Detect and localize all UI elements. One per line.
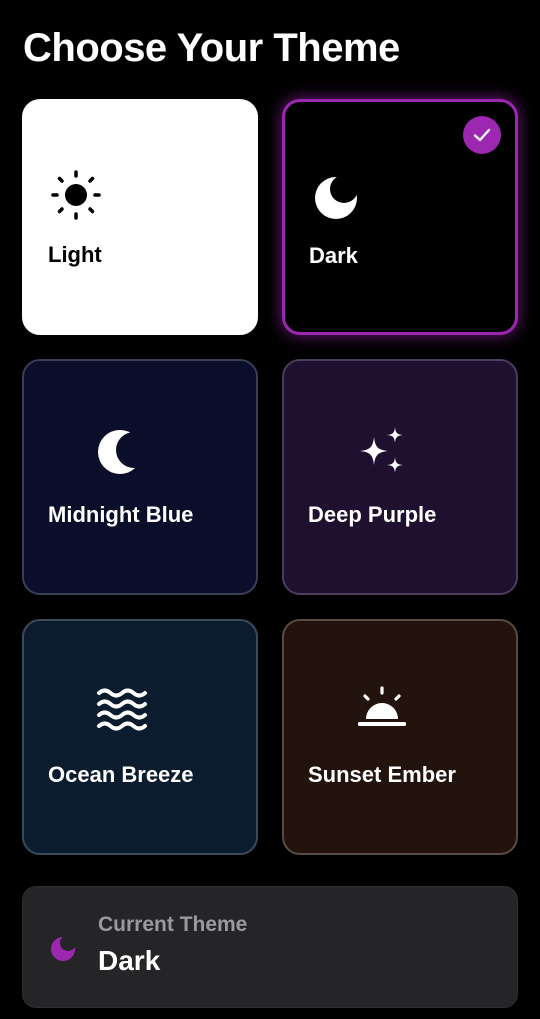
theme-label: Deep Purple	[308, 502, 437, 527]
theme-card-ocean-breeze[interactable]: Ocean Breeze	[22, 619, 258, 855]
moon-icon	[49, 933, 79, 963]
theme-picker-screen: Choose Your Theme Light Dark Midnight Bl…	[0, 0, 540, 1019]
current-theme-label: Current Theme	[98, 913, 248, 936]
selected-check-icon	[463, 116, 501, 154]
crescent-moon-icon	[94, 423, 150, 479]
theme-label: Light	[48, 242, 102, 267]
theme-card-light[interactable]: Light	[22, 99, 258, 335]
theme-card-midnight-blue[interactable]: Midnight Blue	[22, 359, 258, 595]
waves-icon	[94, 683, 150, 739]
theme-card-sunset-ember[interactable]: Sunset Ember	[282, 619, 518, 855]
sparkles-icon	[354, 423, 410, 479]
current-theme-panel: Current Theme Dark	[22, 886, 518, 1008]
sunset-icon	[354, 683, 410, 739]
page-title: Choose Your Theme	[23, 26, 400, 70]
theme-label: Dark	[309, 243, 358, 268]
moon-icon	[309, 168, 365, 224]
theme-card-dark[interactable]: Dark	[282, 99, 518, 335]
theme-label: Midnight Blue	[48, 502, 194, 527]
theme-card-deep-purple[interactable]: Deep Purple	[282, 359, 518, 595]
sun-icon	[48, 167, 104, 223]
theme-label: Ocean Breeze	[48, 762, 194, 787]
theme-grid: Light Dark Midnight Blue Deep Purple Oce…	[22, 99, 518, 855]
current-theme-value: Dark	[98, 945, 161, 976]
theme-label: Sunset Ember	[308, 762, 456, 787]
